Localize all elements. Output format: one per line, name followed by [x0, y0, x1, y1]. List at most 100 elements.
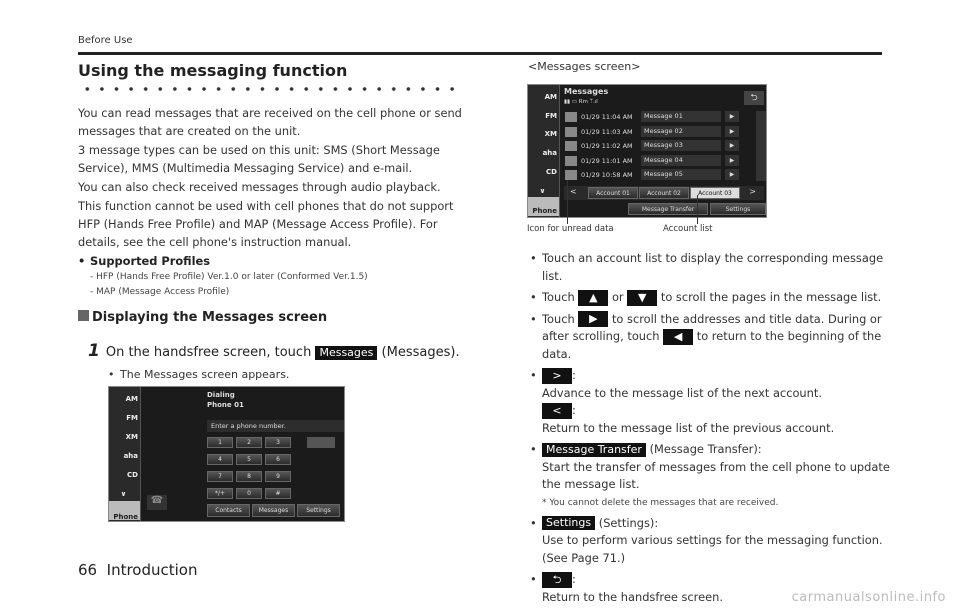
keypad-key[interactable]: # — [265, 488, 291, 499]
source-xm: XM — [544, 130, 557, 139]
status-bar: ▮▮ ▭ Rm ᛘ.ıl — [564, 99, 598, 105]
scroll-text-forward-icon: ▶ — [578, 311, 609, 327]
scroll-text-icon[interactable]: ▶ — [725, 169, 739, 180]
step-text: On the handsfree screen, touch — [105, 345, 312, 360]
source-aha: aha — [542, 149, 557, 158]
callout-line — [567, 180, 568, 224]
keypad-key[interactable]: 2 — [236, 437, 262, 448]
message-time: 01/29 11:03 AM — [581, 127, 633, 136]
page-number: 66 — [78, 561, 98, 579]
unread-envelope-icon — [565, 170, 577, 180]
keypad-key[interactable]: 7 — [207, 471, 233, 482]
source-phone: Phone — [109, 501, 140, 521]
keypad-key[interactable]: 0 — [236, 488, 262, 499]
phone-name: Phone 01 — [207, 401, 244, 409]
section-heading: Displaying the Messages screen — [78, 310, 327, 325]
next-icon: > — [542, 367, 572, 384]
step-1: 1 On the handsfree screen, touch Messages… — [88, 341, 460, 361]
message-title: Message 02 — [641, 125, 721, 137]
dialing-messages-button[interactable]: Messages — [252, 504, 295, 517]
scroll-text-back-icon: ◀ — [663, 328, 694, 345]
header-rule — [78, 52, 882, 55]
chapter-name: Introduction — [106, 561, 198, 579]
settings-button[interactable]: Settings — [710, 203, 766, 215]
dialing-screenshot: AM FM XM aha CD ∨ Phone Dialing Phone 01 … — [108, 386, 345, 522]
source-sidebar: AM FM XM aha CD ∨ Phone — [109, 387, 141, 521]
backspace-button[interactable] — [307, 437, 335, 448]
envelope-icon — [565, 126, 577, 137]
prev-account-button[interactable]: < — [570, 187, 577, 196]
message-transfer-label: Message Transfer — [542, 442, 646, 457]
scroll-text-icon[interactable]: ▶ — [725, 154, 739, 166]
scrollbar[interactable] — [756, 111, 766, 181]
source-xm: XM — [125, 433, 138, 442]
scroll-text-icon[interactable]: ▶ — [725, 111, 739, 122]
bullet: Touch ▲ or ▼ to scroll the pages in the … — [530, 289, 890, 307]
message-row[interactable]: 01/29 11:02 AM Message 03 ▶ — [565, 140, 740, 152]
keypad-key[interactable]: */+ — [207, 488, 233, 499]
source-fm: FM — [545, 111, 557, 120]
keypad-key[interactable]: 6 — [265, 454, 291, 465]
scroll-text-icon[interactable]: ▶ — [725, 125, 739, 137]
message-row[interactable]: 01/29 11:04 AM Message 01 ▶ — [565, 111, 740, 123]
roaming-status: Rm — [578, 99, 588, 105]
keypad-key[interactable]: 8 — [236, 471, 262, 482]
bullet: Touch an account list to display the cor… — [530, 250, 890, 285]
bullet-text: Touch — [542, 311, 575, 326]
keypad-key[interactable]: 1 — [207, 437, 233, 448]
message-row[interactable]: 01/29 11:01 AM Message 04 ▶ — [565, 154, 740, 167]
bullet-text: Touch — [542, 290, 575, 304]
number-display: Enter a phone number. — [207, 420, 344, 432]
keypad-key[interactable]: 3 — [265, 437, 291, 448]
bullet: >:Advance to the message list of the nex… — [530, 367, 890, 437]
scroll-text-icon[interactable]: ▶ — [725, 140, 739, 151]
profile-item: - MAP (Message Access Profile) — [90, 287, 230, 297]
step-text: (Messages). — [381, 345, 460, 360]
message-title: Message 03 — [641, 140, 721, 151]
return-icon: ⮌ — [542, 571, 572, 588]
messages-caption: <Messages screen> — [528, 60, 641, 73]
envelope-icon — [565, 155, 577, 166]
messages-screenshot: AM FM XM aha CD ∨ Phone Messages ▮▮ ▭ Rm… — [527, 84, 767, 218]
scroll-down-icon: ▼ — [627, 289, 658, 306]
unread-envelope-icon — [565, 141, 577, 151]
keypad-key[interactable]: 9 — [265, 471, 291, 482]
page-title: Using the messaging function — [78, 61, 348, 80]
bullet-text: Return to the message list of the previo… — [542, 420, 835, 435]
keypad-key[interactable]: 4 — [207, 454, 233, 465]
source-more: ∨ — [539, 186, 546, 195]
source-sidebar: AM FM XM aha CD ∨ Phone — [528, 85, 560, 217]
message-row[interactable]: 01/29 10:58 AM Message 05 ▶ — [565, 169, 740, 181]
phone-handset-icon[interactable]: ☎ — [147, 495, 167, 510]
back-button[interactable]: ⮌ — [744, 91, 764, 105]
dialing-settings-button[interactable]: Settings — [297, 504, 340, 517]
bullet-text: (Settings): — [598, 515, 659, 530]
message-title: Message 04 — [641, 154, 721, 166]
bullet-text: Return to the handsfree screen. — [542, 589, 723, 604]
account-tab[interactable]: Account 02 — [639, 187, 689, 199]
bullet-text: to scroll the pages in the message list. — [660, 290, 882, 304]
message-time: 01/29 11:04 AM — [581, 113, 633, 121]
account-bar: < Account 01 Account 02 Account 03 > — [564, 186, 764, 200]
account-tab[interactable]: Account 01 — [588, 187, 638, 199]
profile-text: HFP (Hands Free Profile) Ver.1.0 or late… — [96, 272, 368, 282]
messages-bullets: Touch an account list to display the cor… — [530, 250, 890, 606]
dialing-contacts-button[interactable]: Contacts — [207, 504, 250, 517]
keypad-key[interactable]: 5 — [236, 454, 262, 465]
profile-item: - HFP (Hands Free Profile) Ver.1.0 or la… — [90, 272, 368, 282]
source-am: AM — [125, 395, 138, 403]
intro-paragraph: You can also check received messages thr… — [78, 180, 441, 194]
message-transfer-button[interactable]: Message Transfer — [628, 203, 708, 215]
section-heading-text: Displaying the Messages screen — [92, 310, 328, 325]
page-footer: 66 Introduction — [78, 561, 197, 579]
bullet-text: or — [611, 290, 624, 304]
callout-unread-label: Icon for unread data — [527, 224, 614, 234]
transfer-note: * You cannot delete the messages that ar… — [542, 497, 779, 508]
message-row[interactable]: 01/29 11:03 AM Message 02 ▶ — [565, 125, 740, 138]
next-account-button[interactable]: > — [749, 187, 756, 196]
source-am: AM — [544, 93, 557, 101]
messages-title: Messages — [564, 87, 609, 96]
bullet: Settings (Settings): Use to perform vario… — [530, 515, 890, 568]
callout-line — [697, 195, 698, 224]
square-bullet-icon — [78, 310, 89, 321]
